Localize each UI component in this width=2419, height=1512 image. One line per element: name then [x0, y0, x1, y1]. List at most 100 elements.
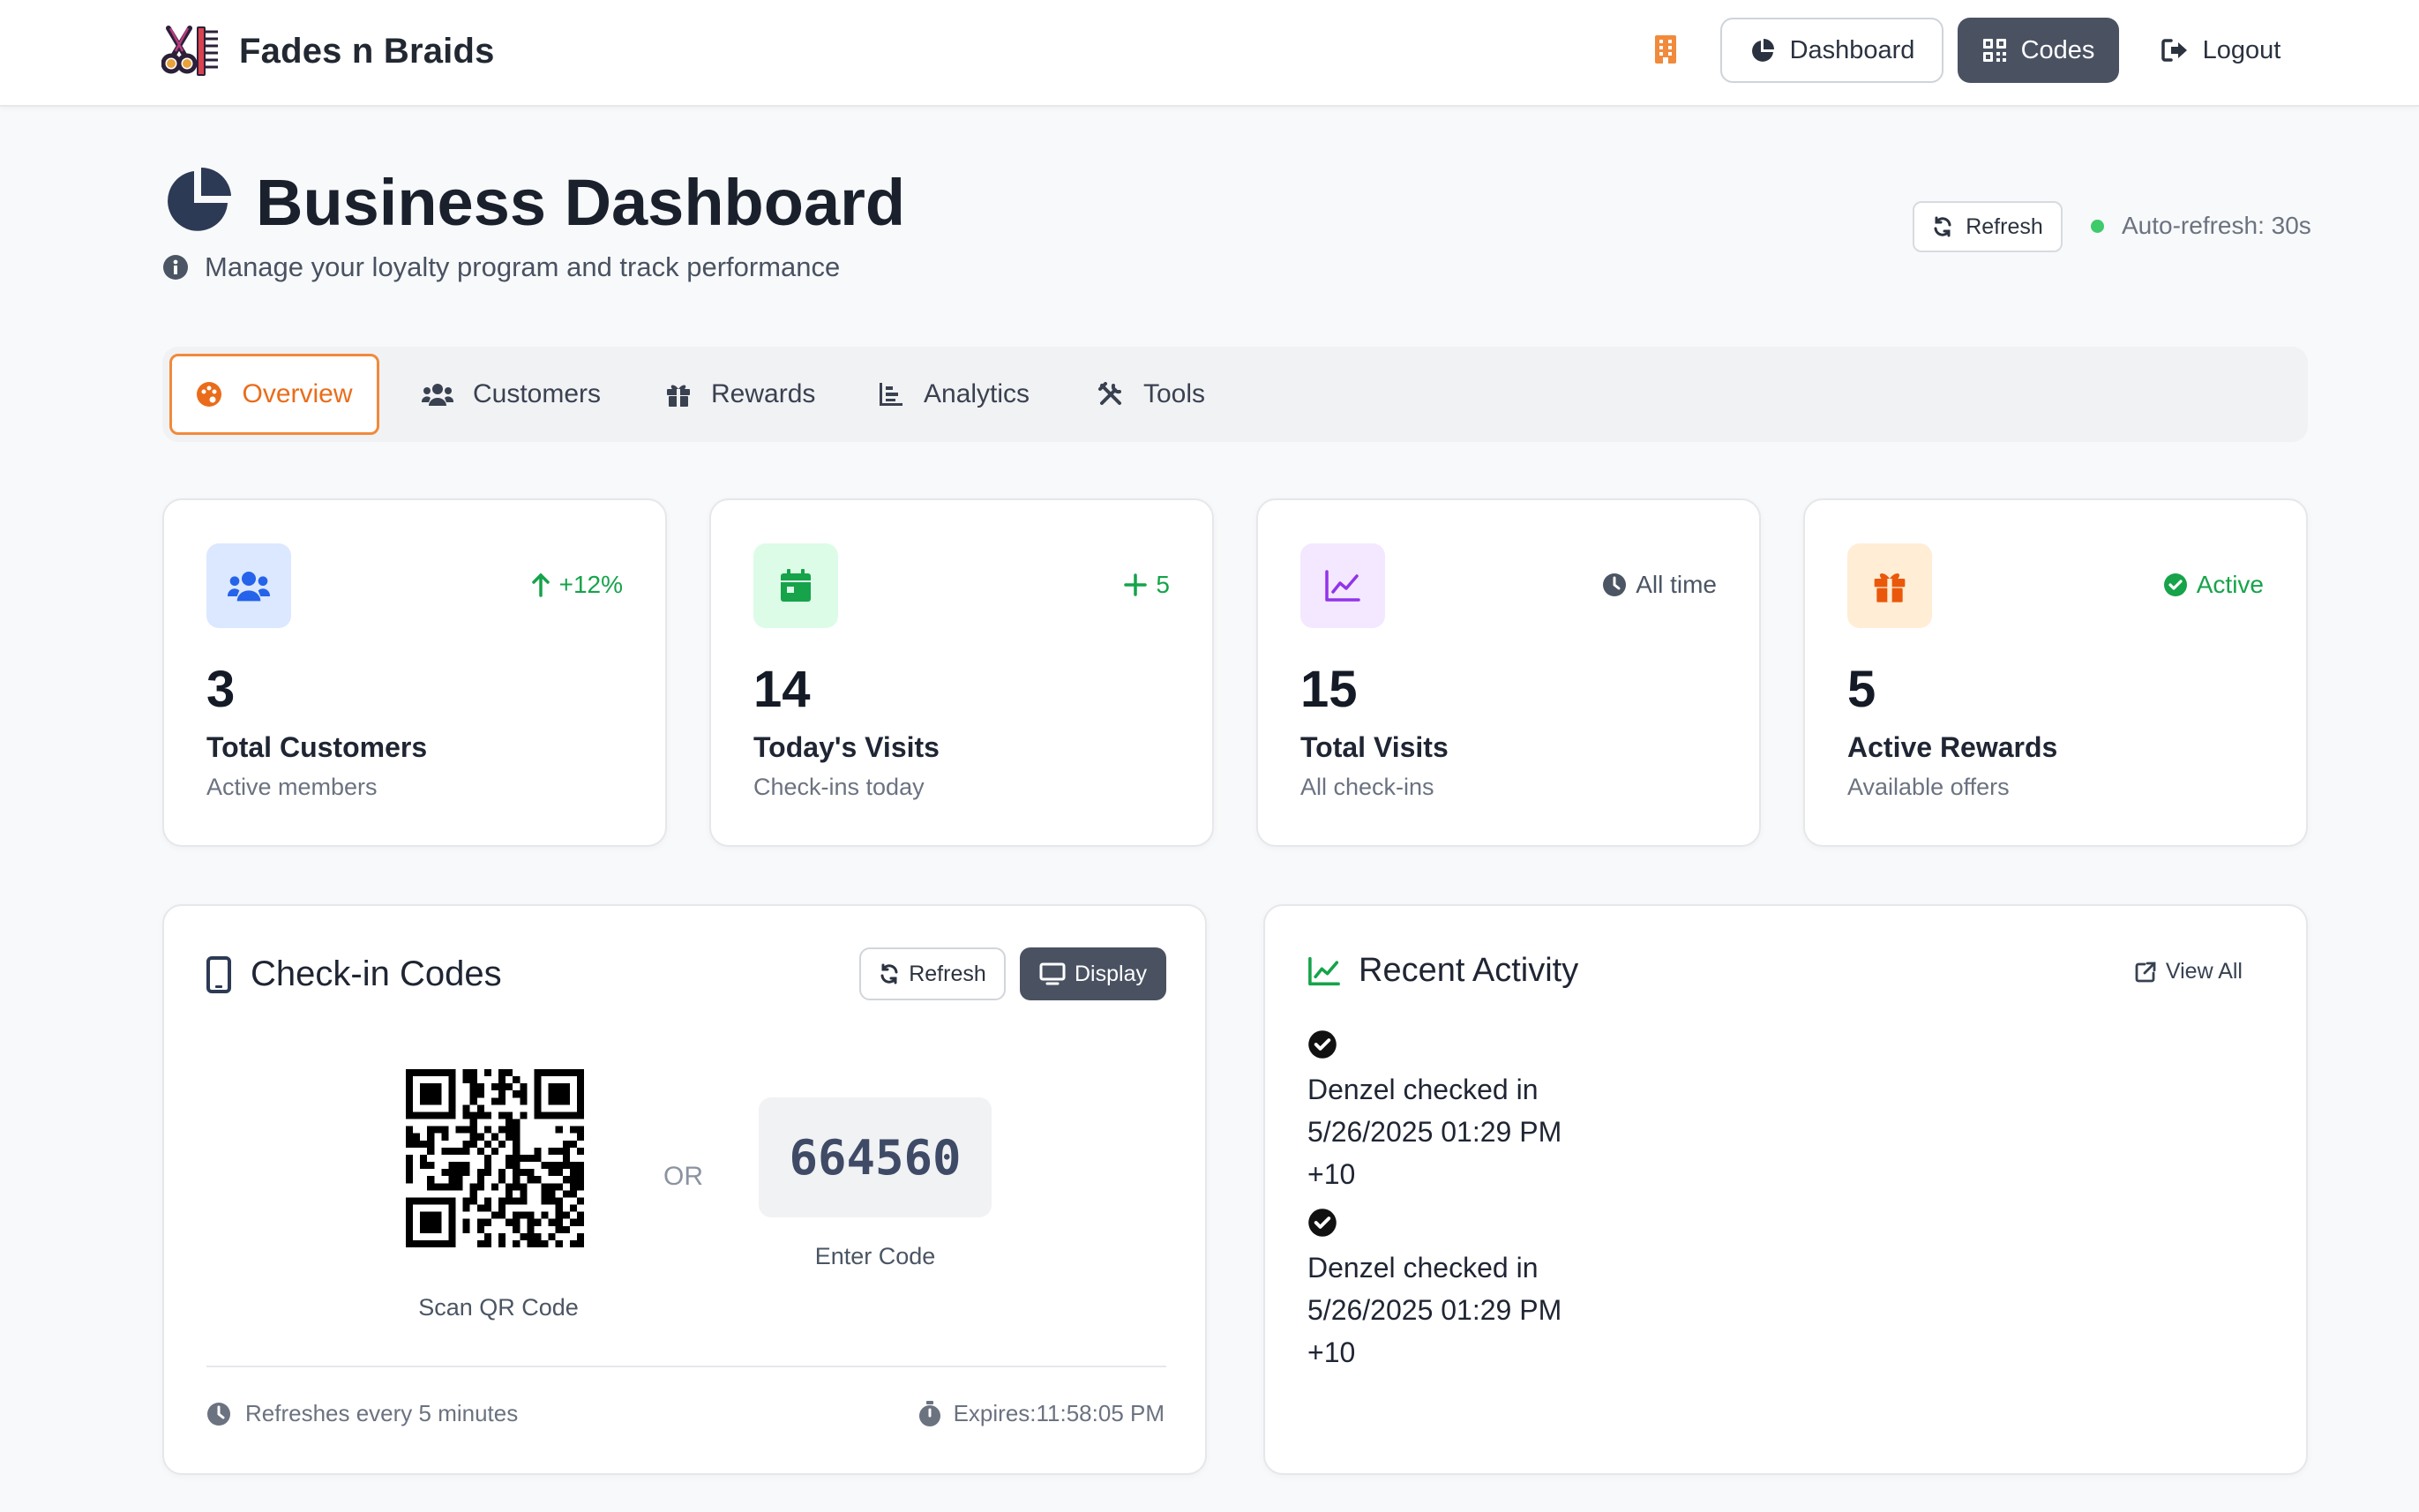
qr-module [576, 1069, 584, 1077]
qr-module [448, 1239, 456, 1247]
qr-module [434, 1112, 442, 1119]
qr-module [548, 1069, 556, 1077]
qr-module [455, 1176, 463, 1184]
qr-module [576, 1183, 584, 1191]
qr-module [427, 1112, 435, 1119]
qr-module [520, 1183, 528, 1191]
qr-module [427, 1183, 435, 1191]
qr-module [462, 1104, 470, 1112]
qr-module [406, 1169, 414, 1177]
qr-module [483, 1154, 491, 1163]
qr-module [483, 1239, 491, 1247]
qr-module [420, 1140, 428, 1148]
qr-module [527, 1176, 535, 1184]
qr-module [576, 1162, 584, 1170]
qr-module [520, 1097, 528, 1105]
qr-module [441, 1147, 449, 1155]
qr-module [555, 1239, 563, 1247]
qr-module [448, 1112, 456, 1119]
qr-module [483, 1169, 491, 1177]
qr-module [562, 1176, 570, 1184]
header-refresh-label: Refresh [1966, 213, 2043, 239]
stat-value: 14 [753, 661, 811, 718]
qr-module [520, 1190, 528, 1198]
qr-module [476, 1176, 484, 1184]
qr-module [434, 1126, 442, 1134]
stat-label: Total Visits [1300, 731, 1449, 763]
qr-module [406, 1083, 414, 1091]
plus-icon [1124, 573, 1148, 596]
users-icon [422, 381, 453, 408]
check-circle-icon [1307, 1029, 1337, 1059]
qr-module [513, 1076, 520, 1084]
qr-module [420, 1239, 428, 1247]
qr-module [462, 1162, 470, 1170]
qr-module [406, 1162, 414, 1170]
qr-module [576, 1147, 584, 1155]
tab-tools[interactable]: Tools [1097, 354, 1205, 435]
qr-module [576, 1126, 584, 1134]
qr-module [413, 1133, 421, 1141]
qr-module [555, 1083, 563, 1091]
qr-module [448, 1104, 456, 1112]
qr-module [434, 1090, 442, 1098]
qr-module [469, 1076, 477, 1084]
nav-logout-button[interactable]: Logout [2146, 18, 2295, 83]
line-chart-icon [1300, 543, 1385, 628]
qr-module [555, 1112, 563, 1119]
qr-module [569, 1183, 577, 1191]
view-all-link[interactable]: View All [2134, 959, 2243, 984]
qr-module [513, 1176, 520, 1184]
building-icon[interactable] [1651, 34, 1680, 65]
trend-value: 5 [1156, 571, 1170, 598]
qr-module [406, 1239, 414, 1247]
qr-module [506, 1218, 513, 1226]
qr-module [441, 1133, 449, 1141]
refresh-icon [879, 963, 900, 984]
stat-label: Today's Visits [753, 731, 940, 763]
qr-module [562, 1112, 570, 1119]
qr-module [448, 1097, 456, 1105]
qr-module [462, 1126, 470, 1134]
brand[interactable]: Fades n Braids [161, 23, 495, 79]
checkin-refresh-button[interactable]: Refresh [859, 947, 1006, 1000]
qr-module [462, 1225, 470, 1233]
qr-module [462, 1076, 470, 1084]
status-badge: Active [2163, 571, 2264, 599]
qr-module [483, 1204, 491, 1212]
qr-module [427, 1211, 435, 1219]
qr-module [513, 1225, 520, 1233]
qr-module [427, 1197, 435, 1205]
checkin-display-button[interactable]: Display [1020, 947, 1166, 1000]
qr-module [506, 1183, 513, 1191]
qr-module [462, 1197, 470, 1205]
qr-module [513, 1218, 520, 1226]
tab-analytics[interactable]: Analytics [878, 354, 1030, 435]
qr-module [520, 1169, 528, 1177]
qr-module [513, 1169, 520, 1177]
qr-module [520, 1083, 528, 1091]
qr-caption: Scan QR Code [418, 1294, 579, 1321]
qr-module [569, 1169, 577, 1177]
qr-module [569, 1190, 577, 1198]
qr-module [469, 1190, 477, 1198]
stat-card-customers: +12% 3 Total Customers Active members [162, 498, 667, 847]
qr-module [448, 1147, 456, 1155]
qr-module [541, 1211, 549, 1219]
qr-module [576, 1097, 584, 1105]
tab-overview[interactable]: Overview [169, 354, 379, 435]
tab-customers-label: Customers [473, 379, 602, 408]
qr-module [527, 1225, 535, 1233]
qr-module [420, 1211, 428, 1219]
qr-module [541, 1197, 549, 1205]
header-refresh-button[interactable]: Refresh [1913, 201, 2063, 252]
activity-list[interactable]: Denzel checked in 5/26/2025 01:29 PM +10… [1307, 1029, 2190, 1384]
tab-customers[interactable]: Customers [422, 354, 601, 435]
nav-dashboard-button[interactable]: Dashboard [1720, 18, 1943, 83]
gift-icon [1847, 543, 1932, 628]
nav-codes-button[interactable]: Codes [1958, 18, 2119, 83]
stat-value: 3 [206, 661, 236, 718]
tab-rewards[interactable]: Rewards [665, 354, 815, 435]
qr-module [483, 1069, 491, 1077]
qr-module [448, 1090, 456, 1098]
